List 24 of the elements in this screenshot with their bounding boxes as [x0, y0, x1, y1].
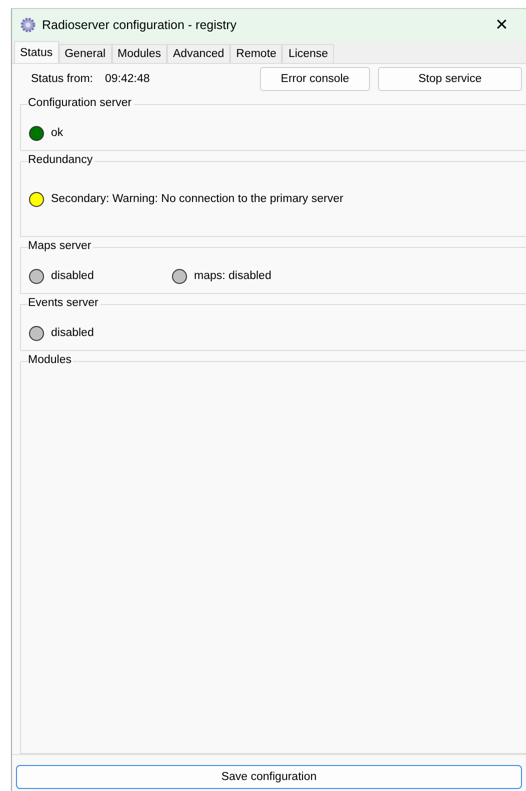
group-title: Maps server — [28, 240, 94, 252]
close-button[interactable]: ✕ — [495, 15, 518, 35]
group-title: Configuration server — [28, 97, 134, 109]
tab[interactable]: License — [282, 44, 334, 63]
window-title: Radioserver configuration - registry — [42, 18, 238, 32]
tab[interactable]: Advanced — [167, 44, 230, 63]
tab[interactable]: General — [58, 44, 112, 63]
gear-icon — [20, 17, 36, 33]
stop-service-button[interactable]: Stop service — [378, 67, 522, 91]
tab[interactable]: Modules — [112, 44, 167, 63]
status-text: disabled — [51, 327, 94, 339]
save-button[interactable]: Save configuration — [16, 765, 522, 789]
status-text: maps: disabled — [194, 270, 272, 282]
status-time: 09:42:48 — [105, 73, 151, 85]
status-text: ok — [51, 127, 64, 139]
tab[interactable]: Remote — [230, 44, 282, 63]
group-title: Events server — [28, 297, 100, 309]
status-label: Status from: — [31, 73, 93, 85]
status-text: disabled — [51, 270, 94, 282]
group-title: Redundancy — [28, 154, 95, 166]
error-console-button[interactable]: Error console — [260, 67, 370, 91]
status-text: Secondary: Warning: No connection to the primary server — [51, 193, 344, 205]
tab[interactable]: Status — [14, 41, 59, 63]
group-title: Modules — [28, 354, 74, 366]
